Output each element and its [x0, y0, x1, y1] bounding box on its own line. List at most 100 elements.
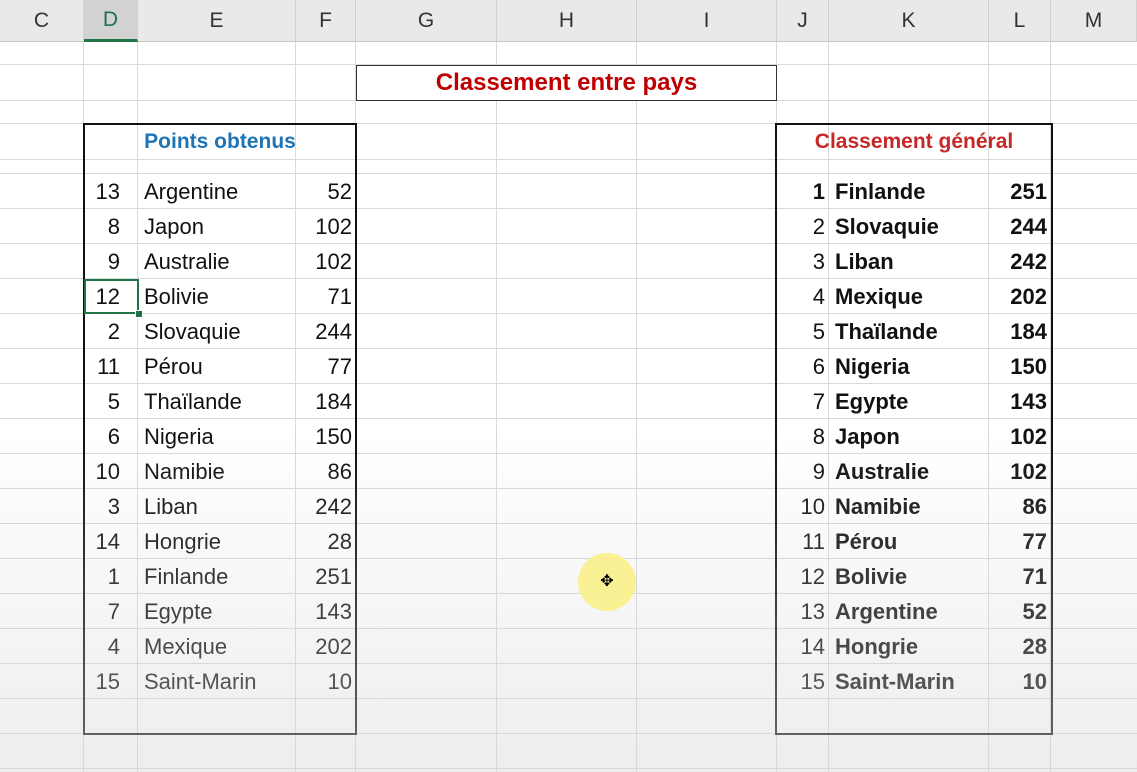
right-country-cell[interactable]: Slovaquie [829, 209, 989, 244]
column-header-i[interactable]: I [637, 0, 777, 42]
left-rank-cell[interactable]: 8 [84, 209, 138, 244]
left-rank-cell[interactable]: 5 [84, 384, 138, 419]
right-rank-cell[interactable]: 6 [777, 349, 829, 384]
left-country-cell[interactable]: Japon [138, 209, 296, 244]
right-points-cell[interactable]: 143 [989, 384, 1051, 419]
column-header-h[interactable]: H [497, 0, 637, 42]
left-country-cell[interactable]: Finlande [138, 559, 296, 594]
left-points-cell[interactable]: 202 [296, 629, 356, 664]
left-country-cell[interactable]: Namibie [138, 454, 296, 489]
right-country-cell[interactable]: Nigeria [829, 349, 989, 384]
left-rank-cell[interactable]: 9 [84, 244, 138, 279]
left-rank-cell[interactable]: 10 [84, 454, 138, 489]
right-points-cell[interactable]: 28 [989, 629, 1051, 664]
left-country-cell[interactable]: Mexique [138, 629, 296, 664]
sheet-title[interactable]: Classement entre pays [356, 65, 777, 101]
right-points-cell[interactable]: 86 [989, 489, 1051, 524]
left-rank-cell[interactable]: 13 [84, 174, 138, 209]
left-country-cell[interactable]: Thaïlande [138, 384, 296, 419]
left-country-cell[interactable]: Hongrie [138, 524, 296, 559]
right-country-cell[interactable]: Namibie [829, 489, 989, 524]
left-points-cell[interactable]: 77 [296, 349, 356, 384]
left-country-cell[interactable]: Slovaquie [138, 314, 296, 349]
left-country-cell[interactable]: Liban [138, 489, 296, 524]
right-rank-cell[interactable]: 4 [777, 279, 829, 314]
left-rank-cell[interactable]: 2 [84, 314, 138, 349]
right-country-cell[interactable]: Bolivie [829, 559, 989, 594]
right-rank-cell[interactable]: 10 [777, 489, 829, 524]
left-rank-cell[interactable]: 3 [84, 489, 138, 524]
column-header-g[interactable]: G [356, 0, 497, 42]
right-points-cell[interactable]: 150 [989, 349, 1051, 384]
left-points-cell[interactable]: 251 [296, 559, 356, 594]
right-rank-cell[interactable]: 12 [777, 559, 829, 594]
column-header-f[interactable]: F [296, 0, 356, 42]
right-table-header[interactable]: Classement général [777, 124, 1051, 160]
left-country-cell[interactable]: Australie [138, 244, 296, 279]
left-rank-cell[interactable]: 4 [84, 629, 138, 664]
column-header-m[interactable]: M [1051, 0, 1137, 42]
left-points-cell[interactable]: 242 [296, 489, 356, 524]
fill-handle[interactable] [135, 310, 143, 318]
right-country-cell[interactable]: Argentine [829, 594, 989, 629]
right-rank-cell[interactable]: 14 [777, 629, 829, 664]
right-rank-cell[interactable]: 13 [777, 594, 829, 629]
left-table-header[interactable]: Points obtenus [85, 124, 355, 160]
right-points-cell[interactable]: 77 [989, 524, 1051, 559]
right-country-cell[interactable]: Mexique [829, 279, 989, 314]
column-header-d[interactable]: D [84, 0, 138, 42]
left-points-cell[interactable]: 71 [296, 279, 356, 314]
right-rank-cell[interactable]: 7 [777, 384, 829, 419]
column-header-k[interactable]: K [829, 0, 989, 42]
left-country-cell[interactable]: Bolivie [138, 279, 296, 314]
column-header-j[interactable]: J [777, 0, 829, 42]
right-country-cell[interactable]: Australie [829, 454, 989, 489]
right-rank-cell[interactable]: 5 [777, 314, 829, 349]
right-country-cell[interactable]: Hongrie [829, 629, 989, 664]
spreadsheet-grid[interactable]: CDEFGHIJKLM Classement entre pays Points… [0, 0, 1137, 772]
column-header-c[interactable]: C [0, 0, 84, 42]
right-points-cell[interactable]: 244 [989, 209, 1051, 244]
left-points-cell[interactable]: 86 [296, 454, 356, 489]
right-points-cell[interactable]: 102 [989, 419, 1051, 454]
left-points-cell[interactable]: 28 [296, 524, 356, 559]
left-rank-cell[interactable]: 1 [84, 559, 138, 594]
left-points-cell[interactable]: 244 [296, 314, 356, 349]
left-rank-cell[interactable]: 11 [84, 349, 138, 384]
left-points-cell[interactable]: 102 [296, 244, 356, 279]
right-country-cell[interactable]: Japon [829, 419, 989, 454]
left-points-cell[interactable]: 10 [296, 664, 356, 699]
right-country-cell[interactable]: Egypte [829, 384, 989, 419]
left-points-cell[interactable]: 184 [296, 384, 356, 419]
left-points-cell[interactable]: 143 [296, 594, 356, 629]
right-country-cell[interactable]: Thaïlande [829, 314, 989, 349]
right-points-cell[interactable]: 242 [989, 244, 1051, 279]
right-points-cell[interactable]: 52 [989, 594, 1051, 629]
right-country-cell[interactable]: Liban [829, 244, 989, 279]
right-points-cell[interactable]: 202 [989, 279, 1051, 314]
right-country-cell[interactable]: Saint-Marin [829, 664, 989, 699]
right-rank-cell[interactable]: 15 [777, 664, 829, 699]
selected-cell[interactable] [84, 279, 139, 314]
right-points-cell[interactable]: 10 [989, 664, 1051, 699]
left-rank-cell[interactable]: 6 [84, 419, 138, 454]
right-country-cell[interactable]: Pérou [829, 524, 989, 559]
right-rank-cell[interactable]: 1 [777, 174, 829, 209]
left-rank-cell[interactable]: 7 [84, 594, 138, 629]
left-country-cell[interactable]: Pérou [138, 349, 296, 384]
right-points-cell[interactable]: 102 [989, 454, 1051, 489]
left-country-cell[interactable]: Argentine [138, 174, 296, 209]
right-points-cell[interactable]: 251 [989, 174, 1051, 209]
right-points-cell[interactable]: 184 [989, 314, 1051, 349]
left-points-cell[interactable]: 150 [296, 419, 356, 454]
right-rank-cell[interactable]: 9 [777, 454, 829, 489]
left-country-cell[interactable]: Saint-Marin [138, 664, 296, 699]
right-rank-cell[interactable]: 8 [777, 419, 829, 454]
right-country-cell[interactable]: Finlande [829, 174, 989, 209]
left-country-cell[interactable]: Nigeria [138, 419, 296, 454]
right-rank-cell[interactable]: 3 [777, 244, 829, 279]
right-rank-cell[interactable]: 11 [777, 524, 829, 559]
column-header-l[interactable]: L [989, 0, 1051, 42]
left-points-cell[interactable]: 102 [296, 209, 356, 244]
left-rank-cell[interactable]: 15 [84, 664, 138, 699]
